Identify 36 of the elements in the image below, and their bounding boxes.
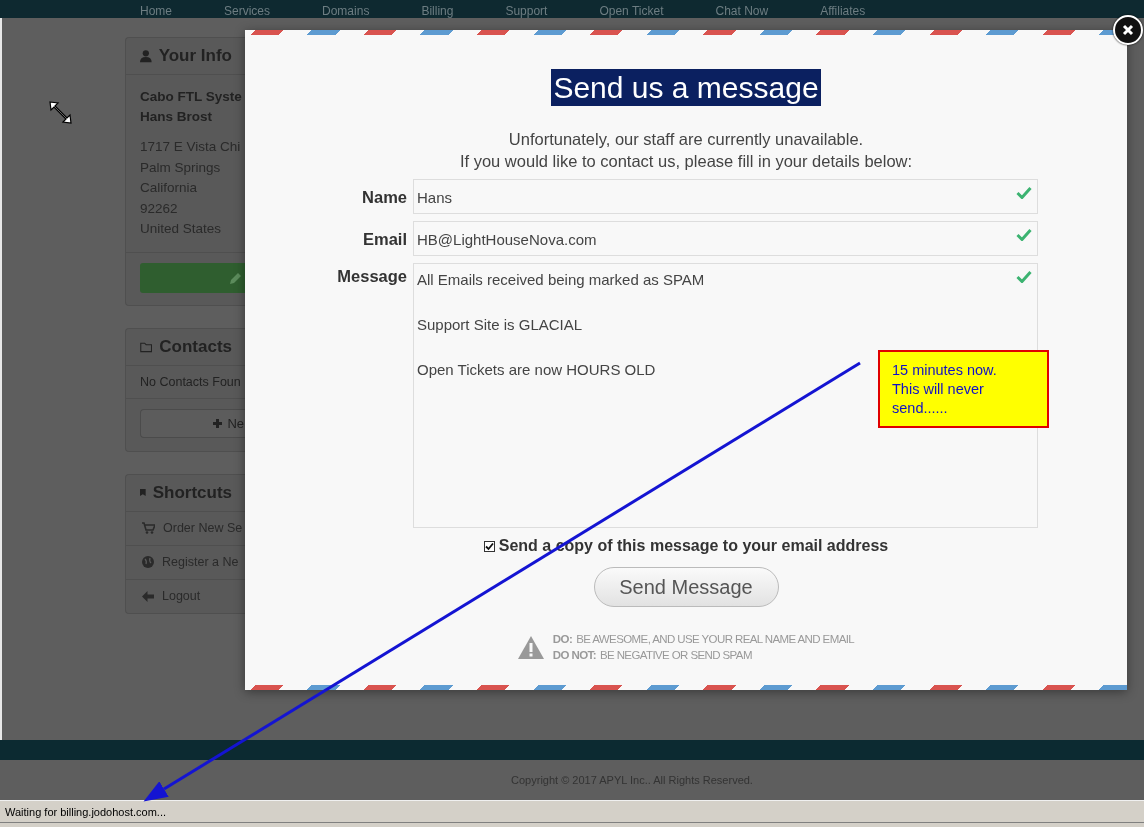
user-icon	[140, 49, 152, 63]
panel-title: Shortcuts	[152, 482, 232, 503]
nav-link[interactable]: Chat Now	[715, 4, 769, 18]
nav-link[interactable]: Billing	[421, 4, 454, 18]
annotation-text: This will never	[892, 380, 985, 399]
nav-link[interactable]: Services	[224, 4, 271, 18]
rule-text: DO: BE AWESOME, AND USE YOUR REAL NAME AND EMAIL	[552, 632, 855, 647]
nav-link[interactable]: Home	[140, 4, 172, 18]
field-label: Message	[336, 266, 408, 286]
close-icon	[1122, 24, 1134, 36]
field-label: Email	[361, 229, 408, 250]
annotation-text: 15 minutes now.	[892, 361, 998, 380]
new-contact-button[interactable]: Ne	[140, 408, 246, 438]
text-field[interactable]: Hans	[413, 179, 1038, 214]
pencil-icon	[230, 271, 242, 284]
nav-link[interactable]: Domains	[322, 4, 370, 18]
annotation-text: send......	[892, 399, 949, 418]
modal-title: Send us a message	[551, 69, 821, 106]
checkbox[interactable]	[483, 540, 495, 552]
send-button[interactable]: Send Message	[593, 567, 779, 607]
warning-icon	[517, 635, 544, 659]
rule-text: DO NOT: BE NEGATIVE OR SEND SPAM	[552, 648, 753, 663]
cart-icon	[142, 522, 155, 534]
client-name: Hans Brost	[140, 108, 213, 126]
intro-text: Unfortunately, our staff are currently unavailable.	[507, 129, 865, 150]
nav-link[interactable]: Support	[505, 4, 548, 18]
globe-icon	[142, 556, 154, 568]
nav-link[interactable]: Open Ticket	[599, 4, 664, 18]
back-arrow-icon	[142, 590, 154, 602]
text-field[interactable]: HB@LightHouseNova.com	[413, 221, 1038, 256]
intro-text: If you would like to contact us, please fill in your details below:	[459, 151, 913, 172]
panel-title: Contacts	[159, 336, 232, 357]
plus-icon	[213, 418, 223, 428]
field-label: Name	[361, 187, 408, 208]
nav-link[interactable]: Affiliates	[820, 4, 866, 18]
status-text: Waiting for billing.jodohost.com...	[5, 805, 166, 818]
